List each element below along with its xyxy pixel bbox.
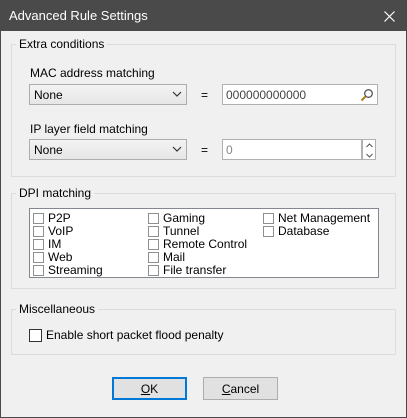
dpi-option-file-transfer[interactable]: File transfer bbox=[148, 264, 226, 277]
spin-down-button[interactable] bbox=[363, 150, 375, 160]
checkbox[interactable] bbox=[33, 265, 44, 276]
mac-equals-sign: = bbox=[201, 88, 209, 102]
checkbox[interactable] bbox=[148, 226, 159, 237]
dpi-option-database[interactable]: Database bbox=[263, 225, 329, 238]
close-icon bbox=[383, 10, 395, 22]
checkbox[interactable] bbox=[148, 239, 159, 250]
mac-address-matching-label: MAC address matching bbox=[30, 66, 155, 80]
checkbox[interactable] bbox=[263, 226, 274, 237]
checkbox[interactable] bbox=[33, 252, 44, 263]
short-packet-flood-penalty-label: Enable short packet flood penalty bbox=[46, 328, 224, 342]
mac-address-matching-dropdown[interactable]: None bbox=[29, 84, 187, 105]
cancel-button-label: Cancel bbox=[221, 381, 260, 396]
title-bar: Advanced Rule Settings bbox=[1, 1, 406, 31]
cancel-button[interactable]: Cancel bbox=[203, 377, 278, 400]
dpi-option-streaming[interactable]: Streaming bbox=[33, 264, 103, 277]
dpi-option-label: Database bbox=[278, 224, 330, 238]
ip-layer-field-matching-dropdown[interactable]: None bbox=[29, 139, 187, 160]
window-title: Advanced Rule Settings bbox=[9, 8, 148, 23]
close-button[interactable] bbox=[372, 1, 406, 31]
ip-field-spinner[interactable] bbox=[362, 139, 376, 160]
mac-address-input[interactable]: 000000000000 bbox=[222, 84, 378, 105]
spin-up-button[interactable] bbox=[363, 140, 375, 150]
extra-conditions-title: Extra conditions bbox=[16, 37, 108, 51]
search-icon[interactable] bbox=[360, 88, 374, 102]
checkbox[interactable] bbox=[33, 226, 44, 237]
ip-field-value-input[interactable]: 0 bbox=[222, 139, 362, 160]
ip-matching-selected: None bbox=[34, 143, 63, 157]
chevron-down-icon bbox=[172, 146, 182, 152]
checkbox[interactable] bbox=[148, 265, 159, 276]
miscellaneous-title: Miscellaneous bbox=[16, 302, 99, 316]
checkbox[interactable] bbox=[148, 213, 159, 224]
mac-address-value: 000000000000 bbox=[226, 88, 307, 102]
checkbox[interactable] bbox=[33, 213, 44, 224]
checkbox[interactable] bbox=[148, 252, 159, 263]
ok-button[interactable]: OK bbox=[112, 377, 187, 400]
chevron-down-icon bbox=[172, 91, 182, 97]
short-packet-flood-penalty-checkbox[interactable] bbox=[29, 329, 42, 342]
checkbox[interactable] bbox=[263, 213, 274, 224]
short-packet-flood-penalty-option[interactable]: Enable short packet flood penalty bbox=[29, 329, 223, 342]
chevron-up-icon bbox=[365, 142, 373, 147]
ok-button-label: OK bbox=[140, 381, 159, 396]
chevron-down-icon bbox=[365, 153, 373, 158]
dpi-protocol-list: P2P VoIP IM Web Streaming Gaming Tunnel … bbox=[29, 208, 379, 278]
ip-equals-sign: = bbox=[201, 143, 209, 157]
checkbox[interactable] bbox=[33, 239, 44, 250]
dpi-matching-title: DPI matching bbox=[16, 186, 95, 200]
ip-layer-field-matching-label: IP layer field matching bbox=[30, 122, 148, 136]
mac-matching-selected: None bbox=[34, 88, 63, 102]
dpi-option-label: Streaming bbox=[48, 263, 103, 277]
advanced-rule-settings-dialog: Advanced Rule Settings Extra conditions … bbox=[0, 0, 407, 418]
ip-field-value: 0 bbox=[226, 143, 233, 157]
dpi-option-label: File transfer bbox=[163, 263, 227, 277]
